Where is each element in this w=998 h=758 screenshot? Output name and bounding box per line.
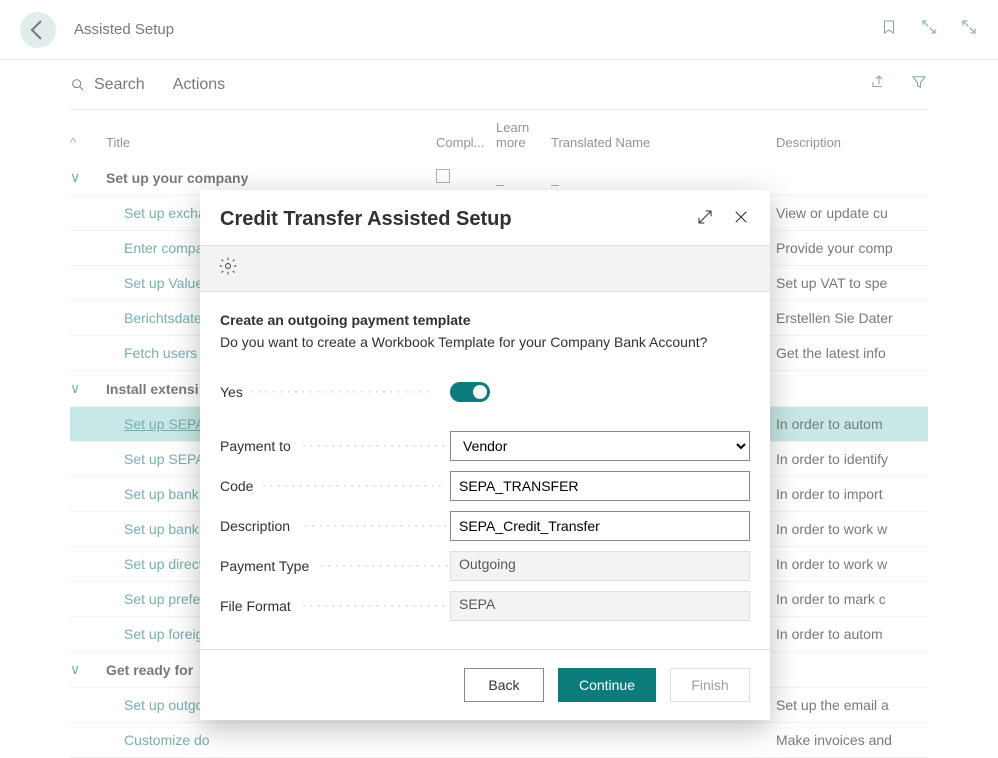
page-title: Assisted Setup xyxy=(74,21,174,38)
yes-label: Yes xyxy=(220,384,249,400)
row-description: In order to autom xyxy=(776,416,883,432)
row-description: Set up the email a xyxy=(776,697,889,713)
row-link[interactable]: Set up direct xyxy=(124,556,203,572)
col-learn-more[interactable]: Learn more xyxy=(496,110,551,160)
row-link[interactable]: Set up foreig xyxy=(124,626,203,642)
dialog-title: Credit Transfer Assisted Setup xyxy=(220,208,512,231)
back-button[interactable]: Back xyxy=(464,668,544,702)
row-description: In order to identify xyxy=(776,451,888,467)
dialog-subtitle: Create an outgoing payment template xyxy=(220,312,750,328)
row-description: In order to mark c xyxy=(776,591,886,607)
group-title: Set up your company xyxy=(106,170,248,186)
row-link[interactable]: Set up SEPA xyxy=(124,416,205,432)
dialog-expand-icon[interactable] xyxy=(696,208,714,231)
search-command[interactable]: Search xyxy=(70,76,145,94)
payment-to-select[interactable]: Vendor xyxy=(450,431,750,461)
row-description: In order to import xyxy=(776,486,883,502)
finish-button: Finish xyxy=(670,668,750,702)
row-link[interactable]: Set up bank xyxy=(124,486,199,502)
completed-checkbox[interactable] xyxy=(436,169,450,183)
page-toolbar: Search Actions xyxy=(70,60,928,110)
description-label: Description xyxy=(220,518,296,534)
dialog-close-icon[interactable] xyxy=(732,208,750,231)
bookmark-icon[interactable] xyxy=(880,18,898,41)
payment-type-field: Outgoing xyxy=(450,551,750,581)
row-link[interactable]: Set up bank xyxy=(124,521,199,537)
search-label: Search xyxy=(94,76,145,94)
expand-icon[interactable] xyxy=(960,18,978,41)
col-title[interactable]: Title xyxy=(106,110,436,160)
back-button[interactable] xyxy=(20,12,56,48)
row-description: In order to work w xyxy=(776,521,887,537)
code-label: Code xyxy=(220,478,259,494)
row-link[interactable]: Set up outgo xyxy=(124,697,203,713)
continue-button[interactable]: Continue xyxy=(558,668,656,702)
code-input[interactable] xyxy=(450,471,750,501)
row-link[interactable]: Set up Value xyxy=(124,275,203,291)
group-title: Install extensi xyxy=(106,381,199,397)
row-description: In order to autom xyxy=(776,626,883,642)
actions-menu[interactable]: Actions xyxy=(173,76,225,94)
payment-to-label: Payment to xyxy=(220,438,297,454)
row-link[interactable]: Enter compa xyxy=(124,240,203,256)
dialog-settings-bar[interactable] xyxy=(200,245,770,292)
row-link[interactable]: Customize do xyxy=(124,732,210,748)
col-translated[interactable]: Translated Name xyxy=(551,110,776,160)
row-description: View or update cu xyxy=(776,205,888,221)
description-input[interactable] xyxy=(450,511,750,541)
collapse-all-icon[interactable]: ^ xyxy=(70,135,76,150)
row-description: Set up VAT to spe xyxy=(776,275,887,291)
app-header: Assisted Setup xyxy=(0,0,998,60)
row-description: Provide your comp xyxy=(776,240,893,256)
row-link[interactable]: Set up prefer xyxy=(124,591,205,607)
row-description: Erstellen Sie Dater xyxy=(776,310,893,326)
popout-icon[interactable] xyxy=(920,18,938,41)
row-link[interactable]: Set up SEPA xyxy=(124,451,205,467)
row-description: In order to work w xyxy=(776,556,887,572)
row-description: Make invoices and xyxy=(776,732,892,748)
yes-toggle[interactable] xyxy=(450,382,490,402)
header-actions xyxy=(880,18,978,41)
row-link[interactable]: Set up excha xyxy=(124,205,206,221)
assisted-setup-dialog: Credit Transfer Assisted Setup Create an… xyxy=(200,190,770,720)
filter-icon[interactable] xyxy=(910,73,928,96)
chevron-down-icon[interactable]: ∨ xyxy=(70,380,80,397)
group-title: Get ready for xyxy=(106,662,193,678)
dialog-question: Do you want to create a Workbook Templat… xyxy=(220,334,750,350)
row-link[interactable]: Fetch users fr xyxy=(124,345,210,361)
chevron-down-icon[interactable]: ∨ xyxy=(70,169,80,186)
col-completed[interactable]: Compl... xyxy=(436,110,496,160)
chevron-down-icon[interactable]: ∨ xyxy=(70,661,80,678)
file-format-label: File Format xyxy=(220,598,297,614)
gear-icon xyxy=(218,256,238,276)
payment-type-label: Payment Type xyxy=(220,558,315,574)
col-description[interactable]: Description xyxy=(776,110,928,160)
file-format-field: SEPA xyxy=(450,591,750,621)
table-row[interactable]: Customize do Make invoices and xyxy=(70,723,928,758)
share-icon[interactable] xyxy=(870,73,888,96)
row-description: Get the latest info xyxy=(776,345,886,361)
row-link[interactable]: Berichtsdater xyxy=(124,310,206,326)
